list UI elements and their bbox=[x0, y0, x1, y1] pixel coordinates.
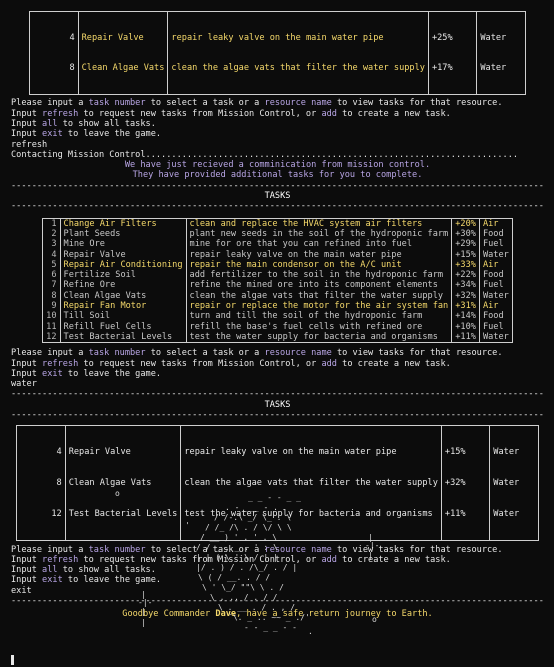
svg-text:\ ( / __. . / /: \ ( / __. . / / bbox=[198, 573, 270, 582]
svg-text:_ _ - - _ _: _ _ - - _ _ bbox=[248, 493, 301, 502]
planet-ascii-art: _ _ - - _ _ . - ___ - . / /-.\ _/ \_ . \… bbox=[115, 489, 379, 636]
svg-text:-|-: -|- bbox=[365, 541, 379, 550]
svg-text:|: | bbox=[141, 607, 146, 616]
svg-text:-|-: -|- bbox=[138, 598, 152, 607]
terminal-cursor bbox=[11, 655, 14, 665]
svg-text:o: o bbox=[372, 615, 377, 624]
svg-text:|/ . ) / . /\_/ . / |: |/ . ) / . /\_/ . / | bbox=[196, 563, 297, 572]
svg-text:/ /_ /\ . / \/ \ \: / /_ /\ . / \/ \ \ bbox=[205, 523, 292, 532]
svg-text:|: | bbox=[141, 618, 146, 627]
svg-text:\ ' \_/ ""\ \ . /: \ ' \_/ ""\ \ . / bbox=[202, 583, 284, 592]
svg-text:.: . bbox=[308, 627, 313, 636]
svg-text:/ __ ) ' . ' . \: / __ ) ' . ' . \ bbox=[200, 533, 277, 542]
svg-text:\ . __ . / . , /: \ . __ . / . , / bbox=[218, 603, 295, 612]
svg-text:/ / _ . _ . ' : \: / / _ . _ . ' : \ bbox=[196, 543, 278, 552]
svg-text:. - ___ - .: . - ___ - . bbox=[225, 503, 278, 512]
svg-text:\ , .. / . / /: \ , .. / . / / bbox=[210, 593, 278, 602]
svg-text:|: | bbox=[141, 590, 146, 599]
svg-text:`\. _ .. ~~ _ ./': `\. _ .. ~~ _ ./' bbox=[228, 612, 310, 622]
svg-text:| | ( \ ' \ / | |: | | ( \ ' \ / | | bbox=[196, 553, 278, 562]
svg-text:': ' bbox=[185, 521, 190, 530]
svg-text:|: | bbox=[368, 533, 373, 542]
svg-text:- - _ _ - -: - - _ _ - - bbox=[244, 623, 297, 632]
svg-text:o: o bbox=[115, 489, 120, 498]
svg-text:|: | bbox=[368, 551, 373, 560]
svg-text:/ /-.\ _/ \_ . \: / /-.\ _/ \_ . \ bbox=[214, 513, 291, 522]
planet-outline: _ _ - - _ _ . - ___ - . / /-.\ _/ \_ . \… bbox=[196, 493, 310, 632]
